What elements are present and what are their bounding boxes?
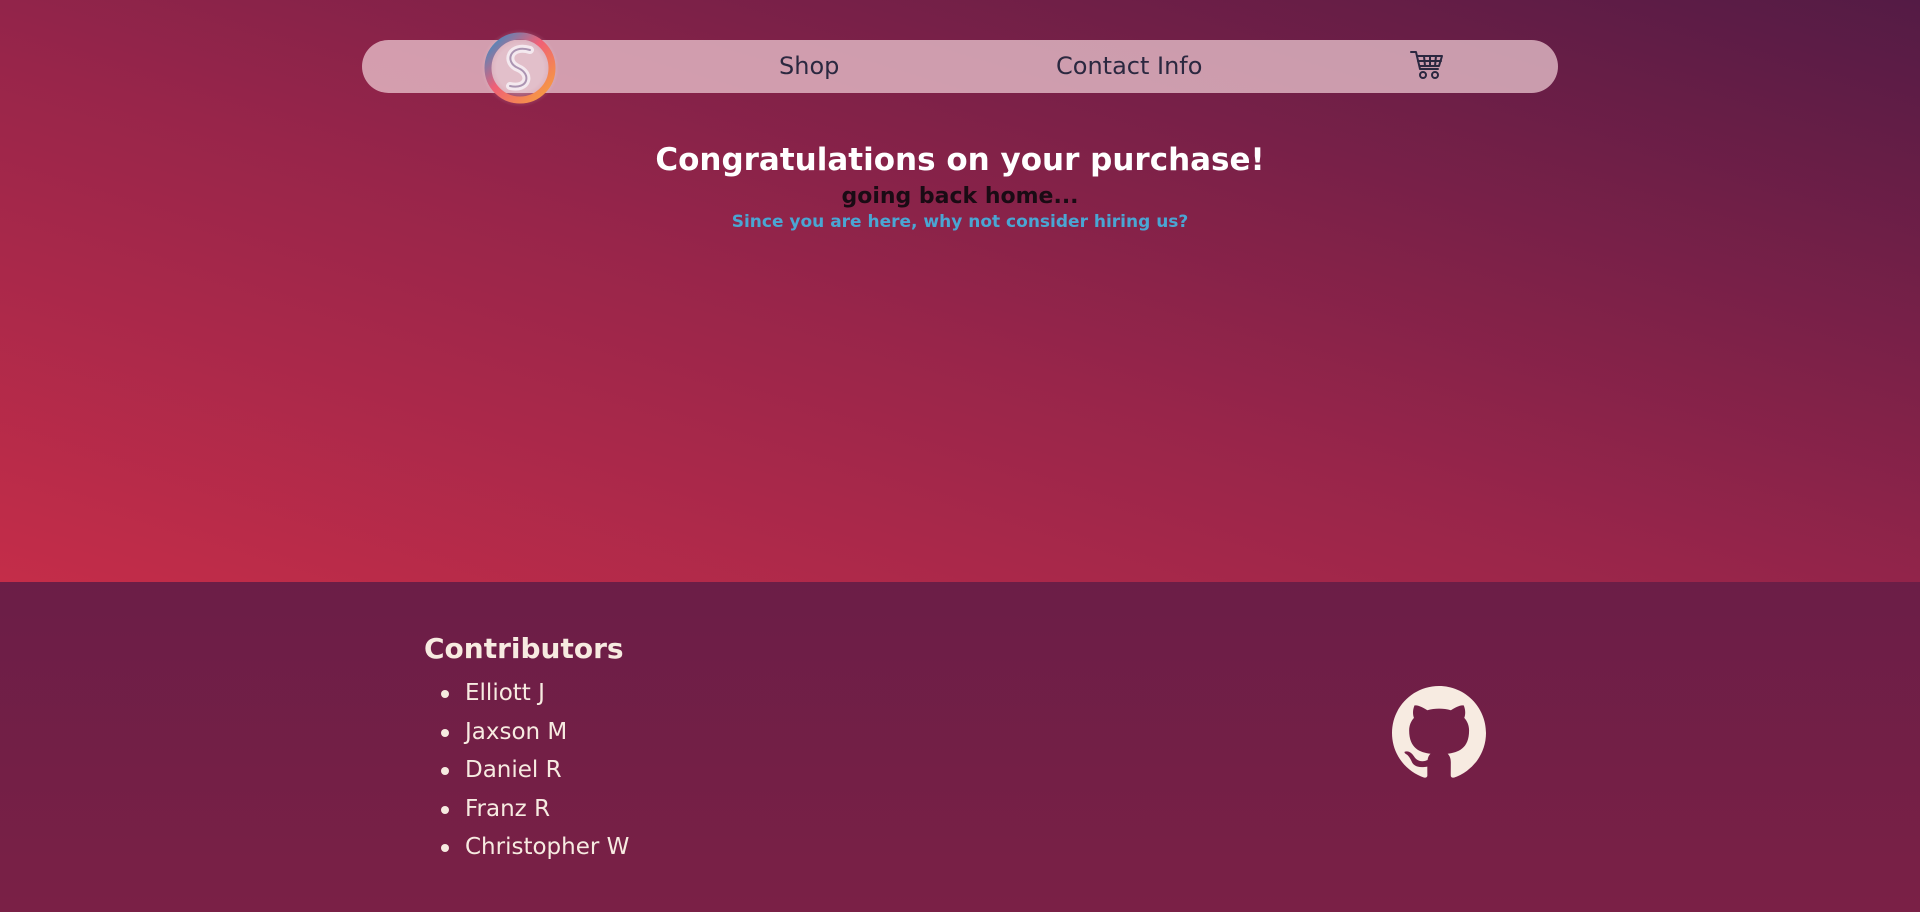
contributor-name: Daniel R <box>465 757 562 784</box>
swirl-s-logo-icon <box>481 29 559 107</box>
contributor-name: Christopher W <box>465 834 630 861</box>
cart-button[interactable] <box>1410 49 1444 81</box>
list-item: Christopher W <box>424 828 629 867</box>
nav-contact-info-link[interactable]: Contact Info <box>1056 40 1202 93</box>
github-icon <box>1392 686 1486 778</box>
page-title: Congratulations on your purchase! <box>655 142 1265 178</box>
footer <box>0 582 1920 912</box>
github-link[interactable] <box>1392 686 1486 780</box>
nav-shop-link[interactable]: Shop <box>779 40 839 93</box>
list-item: Jaxson M <box>424 713 629 752</box>
bullet-icon <box>441 767 449 776</box>
bullet-icon <box>441 728 449 737</box>
bullet-icon <box>441 805 449 814</box>
contributors-heading: Contributors <box>424 632 624 665</box>
contributor-name: Jaxson M <box>465 718 568 745</box>
home-logo[interactable] <box>480 28 560 108</box>
shopping-cart-icon <box>1410 51 1443 79</box>
bullet-icon <box>441 690 449 698</box>
contributors-list: Elliott J Jaxson M Daniel R Franz R Chri… <box>424 674 629 867</box>
list-item: Elliott J <box>424 674 629 713</box>
contributor-name: Franz R <box>465 795 551 822</box>
page: Shop Contact Info Congratulations on you… <box>0 0 1920 912</box>
list-item: Franz R <box>424 790 629 829</box>
bullet-icon <box>441 844 449 853</box>
hire-us-link[interactable]: Since you are here, why not consider hir… <box>0 212 1920 232</box>
list-item: Daniel R <box>424 751 629 790</box>
contributor-name: Elliott J <box>465 680 545 706</box>
redirect-message: going back home... <box>841 184 1079 209</box>
